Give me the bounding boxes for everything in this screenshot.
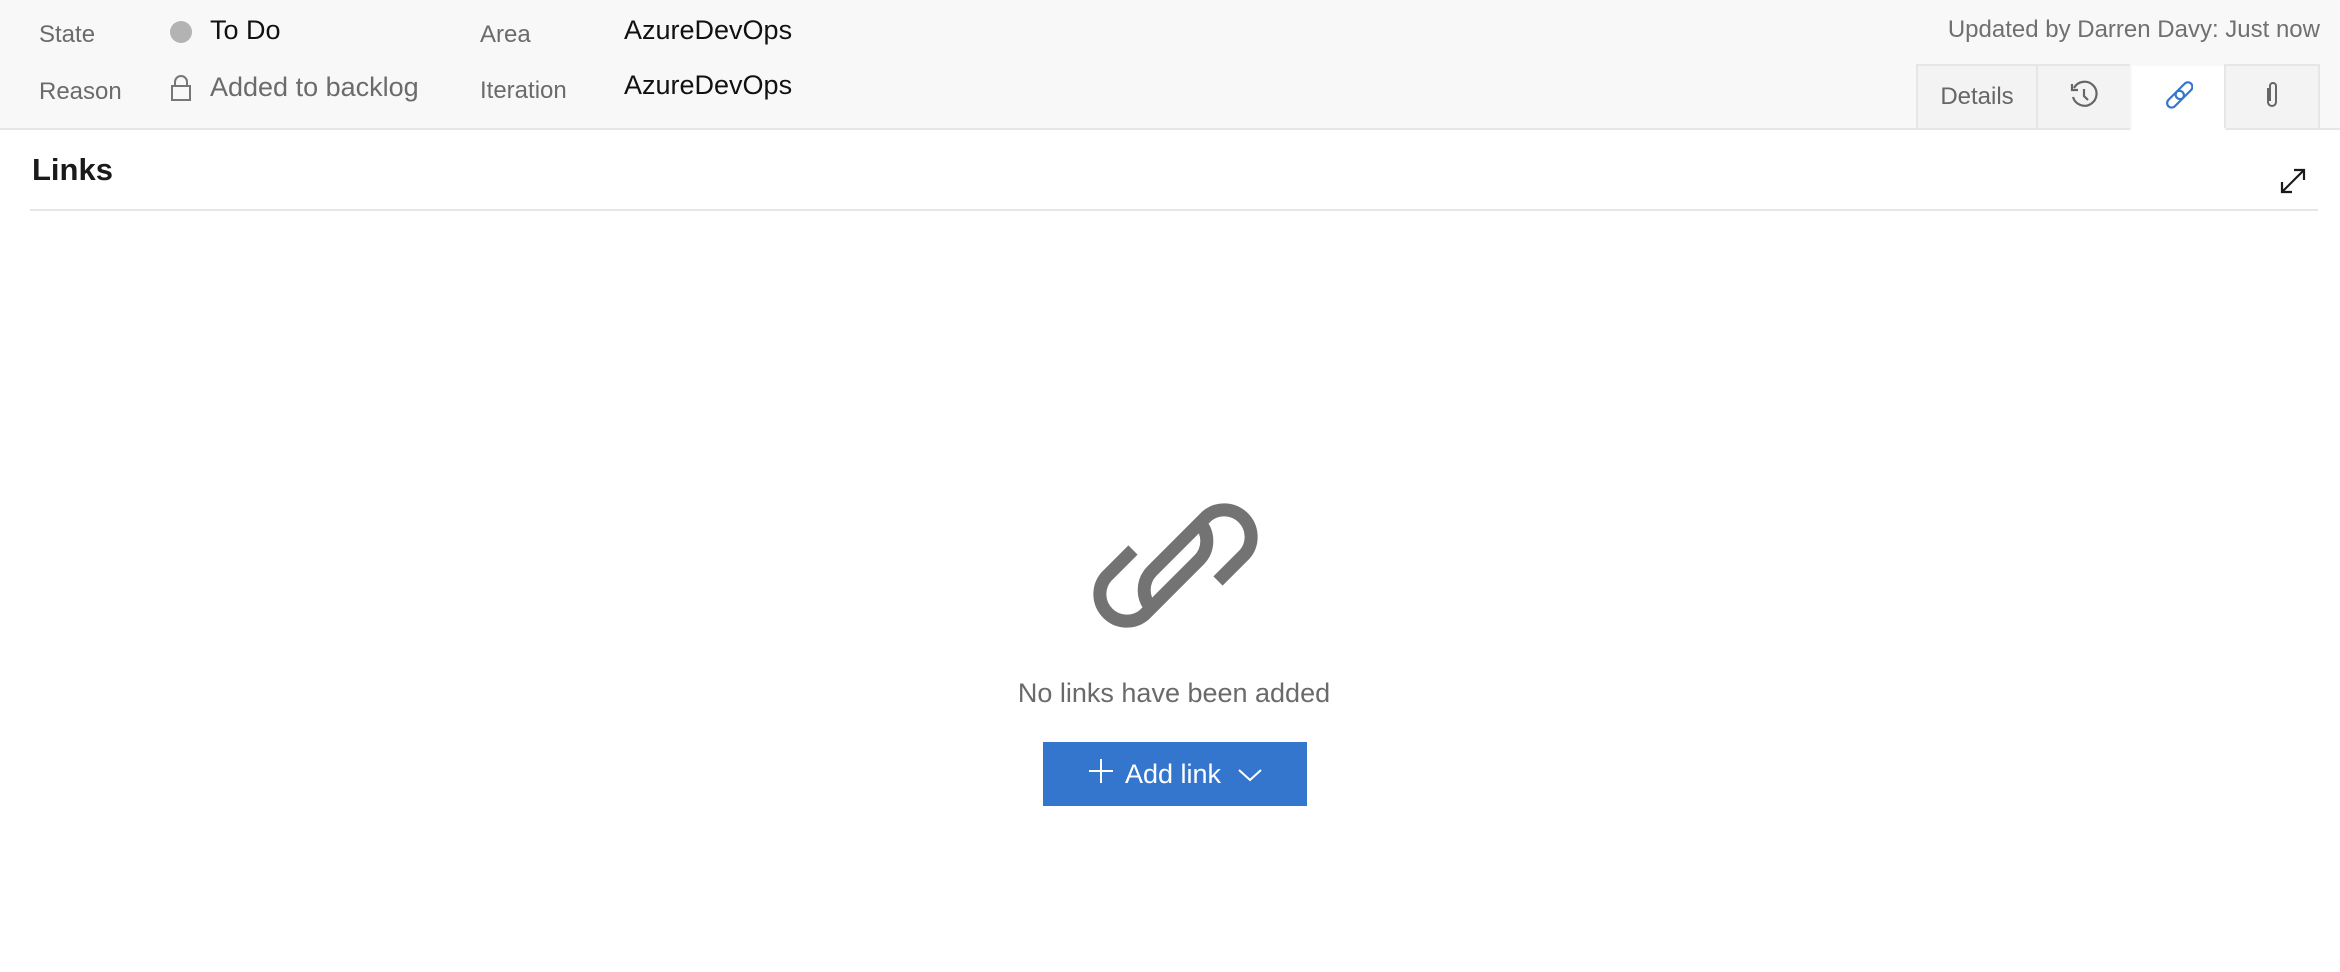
state-label: State xyxy=(39,21,96,48)
tab-details-label: Details xyxy=(1940,83,2014,110)
iteration-label: Iteration xyxy=(480,77,567,104)
state-indicator-icon xyxy=(170,21,192,43)
reason-field[interactable]: Added to backlog xyxy=(210,72,419,103)
updated-by-text: Updated by Darren Davy: Just now xyxy=(1947,16,2320,43)
paperclip-icon xyxy=(2262,80,2282,115)
reason-label: Reason xyxy=(39,78,122,105)
area-field[interactable]: AzureDevOps xyxy=(624,15,792,46)
tab-links[interactable] xyxy=(2130,64,2226,130)
expand-icon[interactable] xyxy=(2278,166,2308,201)
add-link-label: Add link xyxy=(1124,758,1222,789)
history-icon xyxy=(2069,80,2099,115)
work-item-header: State To Do Area AzureDevOps Reason Adde… xyxy=(0,0,2340,130)
empty-state-text: No links have been added xyxy=(1017,678,1331,708)
link-icon xyxy=(2163,80,2194,116)
chevron-down-icon xyxy=(1237,759,1263,790)
divider xyxy=(30,209,2318,211)
area-label: Area xyxy=(480,21,531,48)
empty-link-icon xyxy=(1088,478,1263,658)
tab-attachments[interactable] xyxy=(2224,64,2320,128)
lock-icon xyxy=(170,74,192,107)
plus-icon xyxy=(1087,757,1115,792)
tab-bar: Details xyxy=(1916,64,2320,130)
links-title: Links xyxy=(32,152,113,187)
tab-history[interactable] xyxy=(2036,64,2132,128)
state-field[interactable]: To Do xyxy=(210,15,281,46)
tab-details[interactable]: Details xyxy=(1916,64,2038,128)
iteration-field[interactable]: AzureDevOps xyxy=(624,70,792,101)
add-link-button[interactable]: Add link xyxy=(1043,742,1307,806)
